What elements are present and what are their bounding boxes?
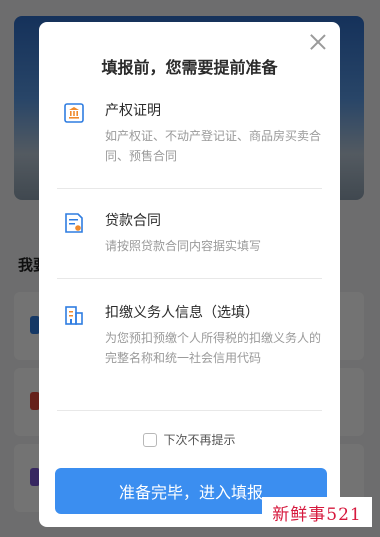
dont-show-again-row[interactable]: 下次不再提示 xyxy=(39,431,340,448)
dont-show-again-label[interactable]: 下次不再提示 xyxy=(163,431,235,448)
item-description: 请按照贷款合同内容据实填写 xyxy=(105,239,262,253)
preparation-dialog: 填报前，您需要提前准备 产权证明 如产权证、不动产登记证、商品房买卖合同、预售合… xyxy=(39,22,340,527)
item-description: 如产权证、不动产登记证、商品房买卖合同、预售合同 xyxy=(105,129,322,163)
close-button[interactable] xyxy=(306,30,330,54)
dont-show-again-checkbox[interactable] xyxy=(143,432,158,447)
divider xyxy=(57,188,322,189)
item-description: 为您预扣预缴个人所得税的扣缴义务人的完整名称和统一社会信用代码 xyxy=(105,331,322,365)
divider xyxy=(57,410,322,411)
certificate-icon xyxy=(64,103,84,123)
item-title: 扣缴义务人信息（选填） xyxy=(105,305,259,321)
contract-icon xyxy=(65,213,83,233)
dialog-title: 填报前，您需要提前准备 xyxy=(101,58,278,77)
building-icon xyxy=(65,306,83,325)
watermark: 新鲜事521 xyxy=(262,497,372,527)
divider xyxy=(57,278,322,279)
item-title: 产权证明 xyxy=(105,103,161,119)
item-title: 贷款合同 xyxy=(105,213,161,229)
